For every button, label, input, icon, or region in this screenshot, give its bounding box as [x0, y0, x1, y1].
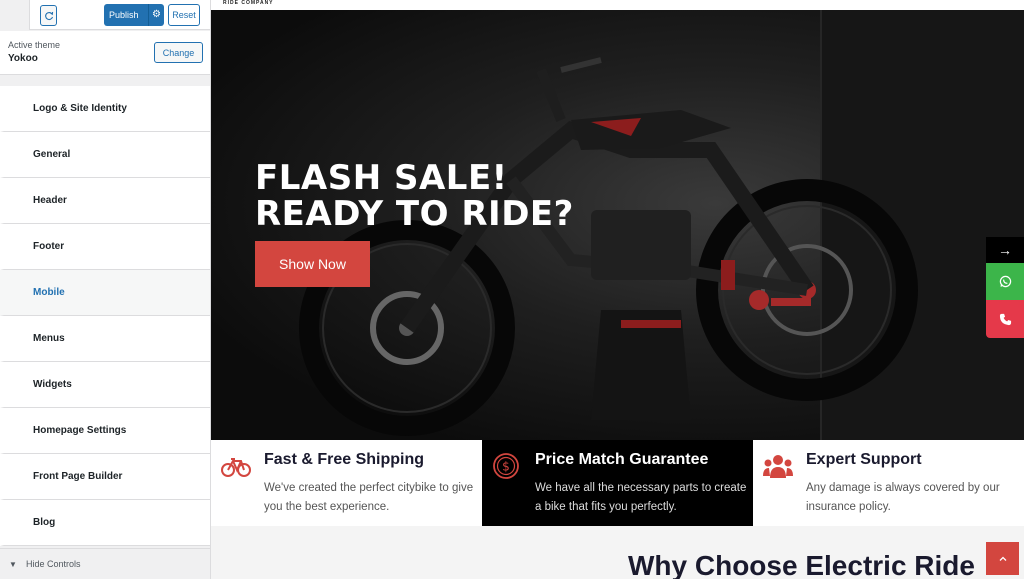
customizer-sidebar: Publish ⚙ Reset Active theme Yokoo Chang…: [0, 0, 211, 579]
feature-card: Expert Support Any damage is always cove…: [753, 440, 1024, 526]
publish-label: Publish: [109, 10, 139, 20]
svg-text:$: $: [502, 460, 510, 474]
panel-item-homepage-settings[interactable]: Homepage Settings: [0, 408, 210, 454]
scroll-to-top-button[interactable]: [986, 542, 1019, 575]
close-area[interactable]: [0, 0, 30, 30]
feature-card: $ Price Match Guarantee We have all the …: [482, 440, 753, 526]
hide-controls-button[interactable]: ▼ Hide Controls: [0, 548, 210, 579]
show-now-button[interactable]: Show Now: [255, 241, 370, 287]
active-theme-label: Active theme: [8, 40, 61, 50]
refresh-button[interactable]: [40, 5, 57, 26]
hero-title-line1: FLASH SALE!: [255, 158, 508, 198]
panel-item-general[interactable]: General: [0, 132, 210, 178]
feature-title: Fast & Free Shipping: [264, 451, 425, 468]
brand-tagline: RIDE COMPANY: [223, 0, 274, 6]
why-choose-section: Why Choose Electric Ride: [211, 526, 1024, 579]
section-title: Why Choose Electric Ride: [628, 550, 975, 579]
panel-list: Logo & Site Identity General Header Foot…: [0, 86, 210, 546]
collapse-triangle-icon: ▼: [9, 559, 17, 569]
panel-item-blog[interactable]: Blog: [0, 500, 210, 546]
phone-button[interactable]: [986, 300, 1024, 338]
hero-title: FLASH SALE! READY TO RIDE?: [255, 160, 574, 232]
hero-title-line2: READY TO RIDE?: [255, 194, 574, 234]
phone-icon: [999, 313, 1011, 325]
feature-title: Price Match Guarantee: [535, 451, 709, 468]
panel-item-footer[interactable]: Footer: [0, 224, 210, 270]
feature-description: We have all the necessary parts to creat…: [535, 482, 747, 513]
features-strip: Fast & Free Shipping We've created the p…: [211, 440, 1024, 526]
active-theme-section: Active theme Yokoo Change: [0, 31, 210, 75]
bicycle-icon: [221, 458, 251, 477]
hide-controls-label: Hide Controls: [26, 559, 81, 569]
users-group-icon: [763, 455, 793, 478]
panel-item-menus[interactable]: Menus: [0, 316, 210, 362]
gear-icon[interactable]: ⚙: [148, 4, 164, 26]
change-theme-button[interactable]: Change: [154, 42, 203, 63]
feature-description: We've created the perfect citybike to gi…: [264, 482, 474, 513]
customizer-header: Publish ⚙ Reset: [0, 0, 210, 30]
panel-item-logo-site-identity[interactable]: Logo & Site Identity: [0, 86, 210, 132]
panel-item-header[interactable]: Header: [0, 178, 210, 224]
panel-item-front-page-builder[interactable]: Front Page Builder: [0, 454, 210, 500]
whatsapp-icon: [999, 275, 1011, 288]
site-top-strip: RIDE COMPANY: [211, 0, 1024, 10]
panel-item-mobile[interactable]: Mobile: [0, 270, 210, 316]
theme-name: Yokoo: [8, 53, 38, 64]
publish-button[interactable]: Publish ⚙: [104, 4, 164, 26]
site-preview: RIDE COMPANY FLASH SALE! READY TO RIDE? …: [211, 0, 1024, 579]
reset-button[interactable]: Reset: [168, 4, 200, 26]
refresh-icon: [44, 11, 53, 20]
chevron-up-icon: [999, 556, 1006, 561]
feature-card: Fast & Free Shipping We've created the p…: [211, 440, 482, 526]
arrow-right-icon[interactable]: →: [986, 237, 1024, 263]
panel-item-widgets[interactable]: Widgets: [0, 362, 210, 408]
whatsapp-button[interactable]: [986, 263, 1024, 300]
dollar-coin-icon: $: [493, 453, 519, 479]
hero-banner: FLASH SALE! READY TO RIDE? Show Now: [211, 10, 1024, 440]
feature-title: Expert Support: [806, 451, 922, 468]
feature-description: Any damage is always covered by our insu…: [806, 482, 1000, 513]
